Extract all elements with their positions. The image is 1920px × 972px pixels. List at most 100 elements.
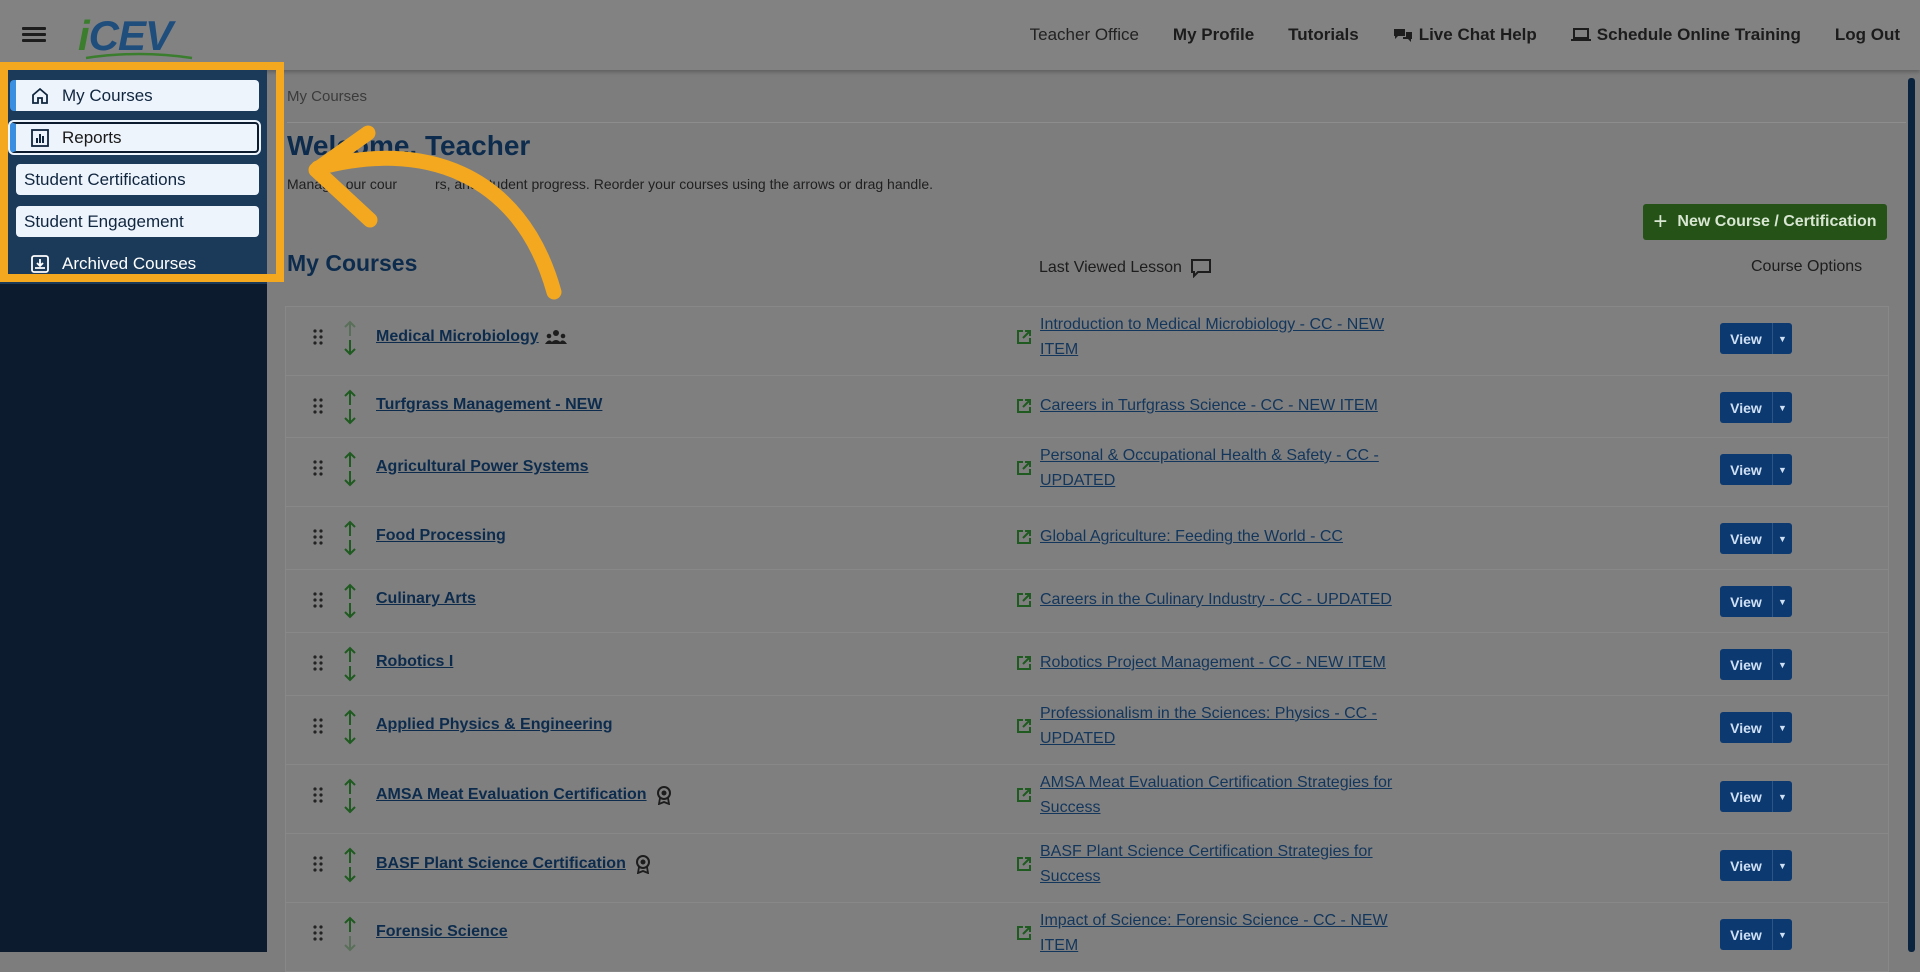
reorder-arrows-icon[interactable]	[341, 450, 359, 488]
view-course-button[interactable]: View ▼	[1720, 323, 1792, 354]
last-viewed-lesson-link[interactable]: Careers in the Culinary Industry - CC - …	[1040, 587, 1400, 612]
drag-handle-icon[interactable]	[312, 856, 324, 872]
sidebar-item-student-certifications[interactable]: Student Certifications	[16, 164, 259, 195]
live-chat-label: Live Chat Help	[1418, 25, 1537, 44]
last-viewed-lesson-link[interactable]: Robotics Project Management - CC - NEW I…	[1040, 650, 1400, 675]
reorder-arrows-icon[interactable]	[341, 915, 359, 953]
last-viewed-lesson-link[interactable]: Professionalism in the Sciences: Physics…	[1040, 701, 1400, 751]
breadcrumb[interactable]: My Courses	[287, 88, 367, 105]
reorder-arrows-icon[interactable]	[341, 319, 359, 357]
view-course-button[interactable]: View ▼	[1720, 392, 1792, 423]
sidebar-item-reports[interactable]: Reports	[8, 120, 261, 155]
course-row: Agricultural Power Systems Personal & Oc…	[285, 437, 1889, 506]
my-profile-link[interactable]: My Profile	[1173, 25, 1254, 45]
course-row: Forensic Science Impact of Science: Fore…	[285, 902, 1889, 972]
chevron-down-icon[interactable]: ▼	[1773, 861, 1792, 871]
menu-icon[interactable]	[22, 24, 46, 46]
chevron-down-icon[interactable]: ▼	[1773, 597, 1792, 607]
course-name-link[interactable]: Culinary Arts	[376, 590, 476, 608]
reorder-arrows-icon[interactable]	[341, 519, 359, 557]
sidebar-item-archived-courses[interactable]: Archived Courses	[16, 248, 259, 279]
external-link-icon	[1017, 399, 1031, 413]
course-name-link[interactable]: Robotics I	[376, 653, 453, 671]
drag-handle-icon[interactable]	[312, 718, 324, 734]
chevron-down-icon[interactable]: ▼	[1773, 792, 1792, 802]
log-out-link[interactable]: Log Out	[1835, 25, 1900, 45]
last-viewed-lesson-link[interactable]: Personal & Occupational Health & Safety …	[1040, 443, 1400, 493]
last-viewed-lesson-link[interactable]: BASF Plant Science Certification Strateg…	[1040, 839, 1400, 889]
sidebar-item-student-engagement[interactable]: Student Engagement	[16, 206, 259, 237]
view-course-button[interactable]: View ▼	[1720, 454, 1792, 485]
last-viewed-lesson-link[interactable]: Introduction to Medical Microbiology - C…	[1040, 312, 1400, 362]
course-name-link[interactable]: Agricultural Power Systems	[376, 458, 589, 476]
view-course-button[interactable]: View ▼	[1720, 712, 1792, 743]
sidebar: My Courses Reports Student Certification…	[0, 70, 267, 952]
chevron-down-icon[interactable]: ▼	[1773, 723, 1792, 733]
course-name-link[interactable]: AMSA Meat Evaluation Certification	[376, 785, 675, 805]
schedule-training-link[interactable]: Schedule Online Training	[1570, 25, 1801, 45]
icev-logo[interactable]: iCEV	[78, 12, 193, 60]
view-button-label: View	[1730, 330, 1762, 347]
drag-handle-icon[interactable]	[312, 460, 324, 476]
course-name: Applied Physics & Engineering	[376, 716, 613, 733]
course-name-link[interactable]: Turfgrass Management - NEW	[376, 396, 602, 414]
drag-handle-icon[interactable]	[312, 787, 324, 803]
course-name: Medical Microbiology	[376, 328, 539, 345]
reorder-arrows-icon[interactable]	[341, 388, 359, 426]
last-viewed-lesson-link[interactable]: Impact of Science: Forensic Science - CC…	[1040, 908, 1400, 958]
archive-icon	[31, 254, 49, 273]
view-course-button[interactable]: View ▼	[1720, 781, 1792, 812]
view-course-button[interactable]: View ▼	[1720, 919, 1792, 950]
chevron-down-icon[interactable]: ▼	[1773, 534, 1792, 544]
external-link-icon	[1017, 788, 1031, 802]
last-viewed-lesson-link[interactable]: Careers in Turfgrass Science - CC - NEW …	[1040, 393, 1400, 418]
view-course-button[interactable]: View ▼	[1720, 649, 1792, 680]
reorder-arrows-icon[interactable]	[341, 645, 359, 683]
drag-handle-icon[interactable]	[312, 592, 324, 608]
course-name: AMSA Meat Evaluation Certification	[376, 786, 647, 803]
chart-icon	[31, 128, 49, 147]
new-course-label: New Course / Certification	[1677, 213, 1877, 230]
chevron-down-icon[interactable]: ▼	[1773, 465, 1792, 475]
course-name-link[interactable]: Medical Microbiology	[376, 327, 567, 347]
chevron-down-icon[interactable]: ▼	[1773, 660, 1792, 670]
reorder-arrows-icon[interactable]	[341, 708, 359, 746]
course-name-link[interactable]: Food Processing	[376, 527, 506, 545]
chevron-down-icon[interactable]: ▼	[1773, 334, 1792, 344]
drag-handle-icon[interactable]	[312, 655, 324, 671]
view-button-label: View	[1730, 926, 1762, 943]
last-viewed-lesson-link[interactable]: Global Agriculture: Feeding the World - …	[1040, 524, 1400, 549]
live-chat-link[interactable]: Live Chat Help	[1393, 25, 1537, 45]
certification-icon	[656, 786, 671, 805]
course-name: Forensic Science	[376, 923, 508, 940]
view-button-label: View	[1730, 656, 1762, 673]
sidebar-item-my-courses[interactable]: My Courses	[10, 80, 259, 111]
course-name-link[interactable]: Forensic Science	[376, 923, 508, 941]
external-link-icon	[1017, 656, 1031, 670]
scrollbar-thumb[interactable]	[1908, 78, 1915, 952]
teacher-office-link[interactable]: Teacher Office	[1030, 25, 1139, 45]
tutorials-link[interactable]: Tutorials	[1288, 25, 1359, 45]
reorder-arrows-icon[interactable]	[341, 582, 359, 620]
sidebar-item-label: Archived Courses	[62, 253, 197, 273]
chevron-down-icon[interactable]: ▼	[1773, 403, 1792, 413]
view-course-button[interactable]: View ▼	[1720, 850, 1792, 881]
chevron-down-icon[interactable]: ▼	[1773, 930, 1792, 940]
course-row: Turfgrass Management - NEW Careers in Tu…	[285, 375, 1889, 437]
reorder-arrows-icon[interactable]	[341, 777, 359, 815]
schedule-training-label: Schedule Online Training	[1596, 25, 1801, 44]
view-course-button[interactable]: View ▼	[1720, 523, 1792, 554]
new-course-button[interactable]: + New Course / Certification	[1643, 204, 1887, 240]
subtitle-part: rs, and student progress. Reorder your c…	[434, 176, 933, 192]
course-name-link[interactable]: BASF Plant Science Certification	[376, 854, 654, 874]
course-row: Robotics I Robotics Project Management -…	[285, 632, 1889, 695]
drag-handle-icon[interactable]	[312, 329, 324, 345]
course-name-link[interactable]: Applied Physics & Engineering	[376, 716, 613, 734]
course-row: Food Processing Global Agriculture: Feed…	[285, 506, 1889, 569]
reorder-arrows-icon[interactable]	[341, 846, 359, 884]
view-course-button[interactable]: View ▼	[1720, 586, 1792, 617]
drag-handle-icon[interactable]	[312, 925, 324, 941]
drag-handle-icon[interactable]	[312, 529, 324, 545]
last-viewed-lesson-link[interactable]: AMSA Meat Evaluation Certification Strat…	[1040, 770, 1400, 820]
drag-handle-icon[interactable]	[312, 398, 324, 414]
